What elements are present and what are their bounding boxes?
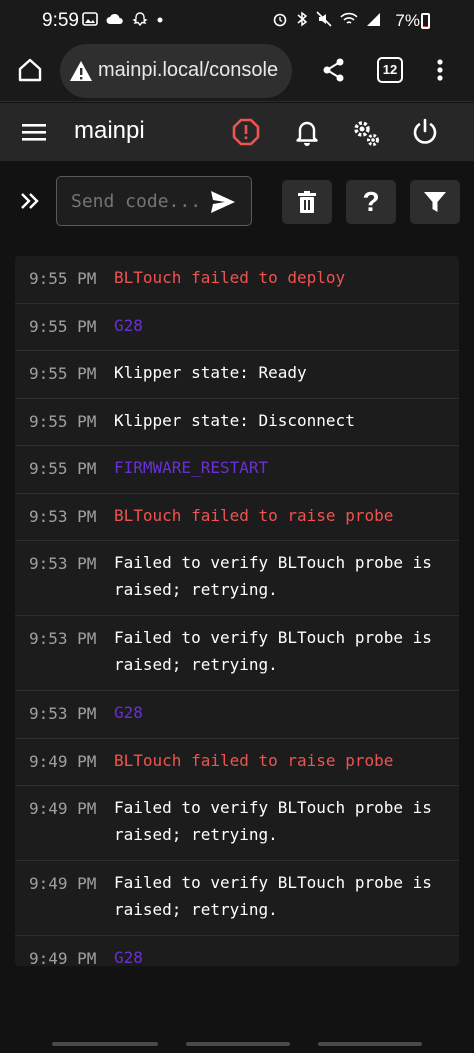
entry-message: Klipper state: Ready xyxy=(114,363,307,382)
console-entry: 9:49 PM BLTouch failed to raise probe xyxy=(15,739,459,786)
filter-icon xyxy=(424,192,446,212)
mute-icon xyxy=(316,11,332,27)
entry-message: BLTouch failed to raise probe xyxy=(114,750,394,770)
send-code-field[interactable] xyxy=(56,176,252,226)
browser-toolbar: mainpi.local/console 12 xyxy=(0,40,474,102)
wifi-icon xyxy=(340,12,358,24)
hamburger-menu-icon[interactable] xyxy=(20,119,48,145)
console-entry: 9:55 PM FIRMWARE_RESTART xyxy=(15,446,459,494)
entry-time: 9:53 PM xyxy=(29,629,97,648)
double-chevron-right-icon[interactable] xyxy=(18,189,42,213)
console-entry: 9:55 PM Klipper state: Ready xyxy=(15,351,459,399)
status-time: 9:59 xyxy=(42,10,79,31)
entry-time: 9:53 PM xyxy=(29,704,97,723)
entry-time: 9:49 PM xyxy=(29,874,97,893)
battery-level xyxy=(423,26,428,27)
console-entry: 9:55 PM Klipper state: Disconnect xyxy=(15,399,459,446)
help-button[interactable]: ? xyxy=(346,180,396,224)
battery-icon xyxy=(421,13,430,29)
bluetooth-icon xyxy=(297,11,308,27)
entry-message: BLTouch failed to raise probe xyxy=(114,505,394,525)
command-row xyxy=(0,161,474,243)
warning-triangle-icon[interactable] xyxy=(68,58,94,84)
gears-icon[interactable] xyxy=(350,117,382,149)
entry-message: FIRMWARE_RESTART xyxy=(114,458,269,477)
console-entry: 9:55 PM BLTouch failed to deploy xyxy=(15,256,459,304)
entry-time: 9:53 PM xyxy=(29,506,97,526)
entry-time: 9:55 PM xyxy=(29,269,97,288)
console-entry: 9:53 PM G28 xyxy=(15,691,459,739)
entry-time: 9:49 PM xyxy=(29,799,97,818)
send-icon[interactable] xyxy=(209,189,237,215)
console-entry: 9:49 PM Failed to verify BLTouch probe is… xyxy=(15,786,459,861)
console-log: 9:55 PM BLTouch failed to deploy 9:55 PM G2… xyxy=(15,256,459,966)
entry-time: 9:49 PM xyxy=(29,949,97,966)
entry-message: G28 xyxy=(114,948,143,966)
nav-handle-right[interactable] xyxy=(318,1042,422,1046)
alarm-icon xyxy=(273,13,287,27)
more-vert-icon[interactable] xyxy=(426,56,454,84)
app-title: mainpi xyxy=(74,117,145,144)
clear-console-button[interactable] xyxy=(282,180,332,224)
entry-message: Failed to verify BLTouch probe is raised… xyxy=(114,873,432,919)
console-entry: 9:53 PM Failed to verify BLTouch probe is… xyxy=(15,541,459,616)
entry-message: Failed to verify BLTouch probe is raised… xyxy=(114,798,432,844)
tabs-button[interactable]: 12 xyxy=(377,57,403,83)
console-entry: 9:53 PM BLTouch failed to raise probe xyxy=(15,494,459,541)
gallery-icon xyxy=(82,12,98,26)
nav-handle-left[interactable] xyxy=(52,1042,158,1046)
entry-message: Failed to verify BLTouch probe is raised… xyxy=(114,628,432,674)
console-entry: 9:55 PM G28 xyxy=(15,304,459,351)
entry-message: Klipper state: Disconnect xyxy=(114,410,355,430)
status-bar: 9:59 7% xyxy=(0,0,474,40)
signal-icon xyxy=(367,13,380,26)
bell-icon[interactable] xyxy=(292,117,322,147)
nav-handle-center[interactable] xyxy=(186,1042,290,1046)
system-nav-bar xyxy=(0,1010,474,1053)
console-entry: 9:49 PM Failed to verify BLTouch probe is… xyxy=(15,861,459,936)
snapchat-icon xyxy=(132,12,148,27)
app-bar: mainpi xyxy=(0,103,474,161)
filter-button[interactable] xyxy=(410,180,460,224)
entry-message: BLTouch failed to deploy xyxy=(114,268,346,287)
cloud-check-icon xyxy=(106,13,123,24)
trash-icon xyxy=(298,191,316,213)
home-icon[interactable] xyxy=(16,56,44,84)
alert-octagon-icon[interactable] xyxy=(232,118,260,146)
status-left-icons xyxy=(82,11,164,27)
dot-icon xyxy=(157,17,163,23)
entry-time: 9:55 PM xyxy=(29,364,97,383)
share-icon[interactable] xyxy=(320,56,348,84)
url-bar[interactable]: mainpi.local/console xyxy=(60,44,292,98)
entry-time: 9:55 PM xyxy=(29,459,97,478)
entry-message: G28 xyxy=(114,315,143,335)
entry-message: G28 xyxy=(114,703,143,722)
status-right-icons xyxy=(272,11,382,27)
entry-time: 9:49 PM xyxy=(29,751,97,771)
battery-percent: 7% xyxy=(395,11,420,30)
console-entry: 9:49 PM G28 xyxy=(15,936,459,966)
power-icon[interactable] xyxy=(410,117,440,147)
entry-time: 9:55 PM xyxy=(29,411,97,431)
entry-message: Failed to verify BLTouch probe is raised… xyxy=(114,553,432,599)
entry-time: 9:55 PM xyxy=(29,316,97,336)
url-text[interactable]: mainpi.local/console xyxy=(98,59,278,82)
help-icon: ? xyxy=(362,186,380,217)
console-entry: 9:53 PM Failed to verify BLTouch probe is… xyxy=(15,616,459,691)
send-code-input[interactable] xyxy=(71,191,201,212)
entry-time: 9:53 PM xyxy=(29,554,97,573)
